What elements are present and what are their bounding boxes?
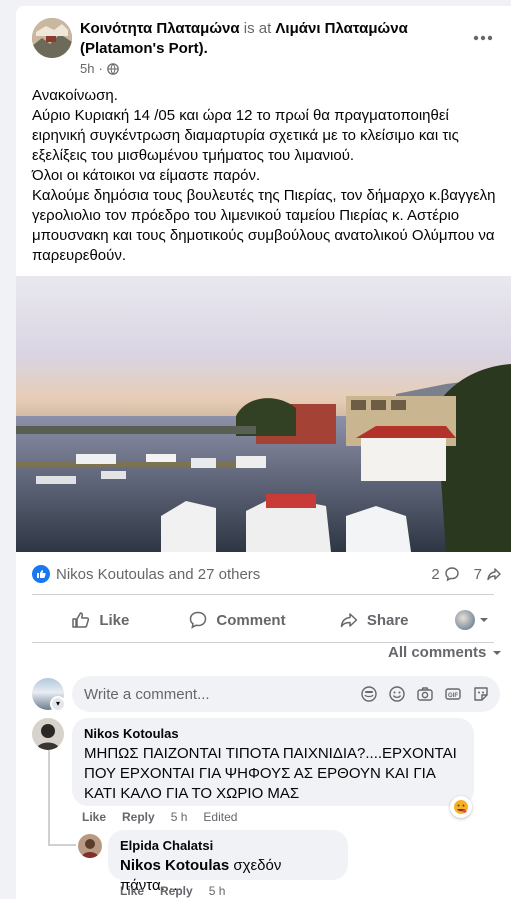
commenter-avatar-image bbox=[32, 718, 64, 750]
divider-bottom bbox=[32, 642, 494, 643]
thread-line bbox=[48, 750, 50, 846]
comment-edited-label: Edited bbox=[203, 810, 238, 824]
engagement-counts: 2 7 bbox=[431, 566, 502, 583]
share-label: Share bbox=[366, 611, 409, 629]
share-button[interactable]: Share bbox=[305, 610, 442, 630]
comment-actions: Like Reply 5 h Edited bbox=[82, 810, 237, 824]
like-button[interactable]: Like bbox=[32, 610, 169, 630]
comments-count-button[interactable]: 2 bbox=[431, 566, 459, 583]
chevron-down-icon bbox=[493, 650, 502, 655]
like-label: Like bbox=[99, 611, 130, 629]
divider-top bbox=[32, 594, 494, 595]
user-mini-avatar bbox=[455, 610, 476, 630]
post-header: Κοινότητα Πλαταμώνα is at Λιμάνι Πλαταμώ… bbox=[80, 19, 440, 59]
avatar-chevron-icon: ▾ bbox=[50, 696, 66, 712]
comment-label: Comment bbox=[216, 611, 286, 629]
comment-like-button[interactable]: Like bbox=[82, 810, 106, 824]
comment-reply-button[interactable]: Reply bbox=[122, 810, 155, 824]
post-time[interactable]: 5h bbox=[80, 61, 94, 76]
comment-composer: ▾ Write a comment... GIF bbox=[32, 674, 502, 714]
comments-count: 2 bbox=[431, 565, 440, 583]
thread-line-branch bbox=[48, 844, 76, 846]
comment-icon bbox=[190, 611, 207, 629]
post-meta: 5h · bbox=[80, 61, 119, 76]
post-card: Κοινότητα Πλαταμώνα is at Λιμάνι Πλαταμώ… bbox=[16, 6, 511, 899]
reply-like-button[interactable]: Like bbox=[120, 884, 144, 898]
composer-tools: GIF bbox=[360, 685, 490, 703]
comment-bubble-icon bbox=[444, 567, 459, 582]
thumbs-up-icon bbox=[72, 612, 90, 628]
comment-input[interactable]: Write a comment... GIF bbox=[72, 676, 500, 712]
shares-count: 7 bbox=[473, 565, 482, 583]
page-avatar-image bbox=[32, 18, 72, 58]
post-photo[interactable] bbox=[16, 276, 511, 552]
comment-placeholder: Write a comment... bbox=[84, 685, 210, 703]
reply-author-avatar[interactable] bbox=[78, 834, 102, 858]
gif-icon[interactable]: GIF bbox=[444, 685, 462, 703]
comments-filter-dropdown[interactable]: All comments bbox=[388, 644, 502, 661]
commenter-avatar[interactable] bbox=[32, 718, 64, 750]
post-body-text: Ανακοίνωση. Αύριο Κυριακή 14 /05 και ώρα… bbox=[32, 87, 496, 264]
reply-time[interactable]: 5 h bbox=[209, 884, 226, 898]
avatar-sticker-icon[interactable] bbox=[360, 685, 378, 703]
is-at-text: is at bbox=[243, 20, 272, 37]
location-en-link[interactable]: (Platamon's Port). bbox=[80, 40, 208, 57]
location-link[interactable]: Λιμάνι Πλαταμώνα bbox=[275, 20, 407, 37]
globe-icon bbox=[107, 62, 119, 75]
comment-time[interactable]: 5 h bbox=[171, 810, 188, 824]
camera-icon[interactable] bbox=[416, 685, 434, 703]
comment-reaction-badge[interactable] bbox=[450, 796, 472, 818]
like-reaction-icon bbox=[32, 565, 50, 583]
reactions-summary[interactable]: Nikos Koutoulas and 27 others bbox=[56, 566, 260, 583]
more-dots-icon bbox=[473, 35, 493, 41]
reply-author-avatar-image bbox=[78, 834, 102, 858]
care-reaction-icon bbox=[454, 800, 468, 814]
comment-text: ΜΗΠΩΣ ΠΑΙΖΟΝΤΑΙ ΤΙΠΟΤΑ ΠΑΙΧΝΙΔΙΑ?....ΕΡΧ… bbox=[84, 745, 457, 802]
reactions-bar: Nikos Koutoulas and 27 others 2 7 bbox=[32, 564, 502, 584]
comment-author[interactable]: Nikos Kotoulas bbox=[84, 726, 462, 742]
svg-text:GIF: GIF bbox=[448, 693, 458, 699]
more-options-button[interactable] bbox=[471, 26, 495, 50]
share-icon bbox=[340, 613, 358, 628]
harbor-photo-image bbox=[16, 276, 511, 552]
post-actions: Like Comment Share bbox=[32, 598, 502, 642]
comment-button[interactable]: Comment bbox=[169, 610, 306, 630]
shares-count-button[interactable]: 7 bbox=[474, 566, 502, 583]
sticker-icon[interactable] bbox=[472, 685, 490, 703]
reply-reply-button[interactable]: Reply bbox=[160, 884, 193, 898]
reply-actions: Like Reply 5 h bbox=[120, 884, 225, 898]
reply-author[interactable]: Elpida Chalatsi bbox=[120, 838, 336, 854]
audience-selector-button[interactable] bbox=[442, 610, 502, 630]
share-arrow-icon bbox=[487, 568, 501, 581]
reply-bubble: Elpida Chalatsi Nikos Kotoulas σχεδόν πά… bbox=[108, 830, 348, 894]
emoji-icon[interactable] bbox=[388, 685, 406, 703]
caret-down-icon bbox=[480, 618, 489, 622]
page-name-link[interactable]: Κοινότητα Πλαταμώνα bbox=[80, 20, 240, 37]
current-user-avatar[interactable]: ▾ bbox=[32, 678, 66, 712]
comment-bubble: Nikos Kotoulas ΜΗΠΩΣ ΠΑΙΖΟΝΤΑΙ ΤΙΠΟΤΑ ΠΑ… bbox=[72, 718, 474, 806]
reply-mention-link[interactable]: Nikos Kotoulas bbox=[120, 857, 229, 874]
page-avatar[interactable] bbox=[32, 18, 72, 58]
comments-filter-label: All comments bbox=[388, 644, 487, 661]
